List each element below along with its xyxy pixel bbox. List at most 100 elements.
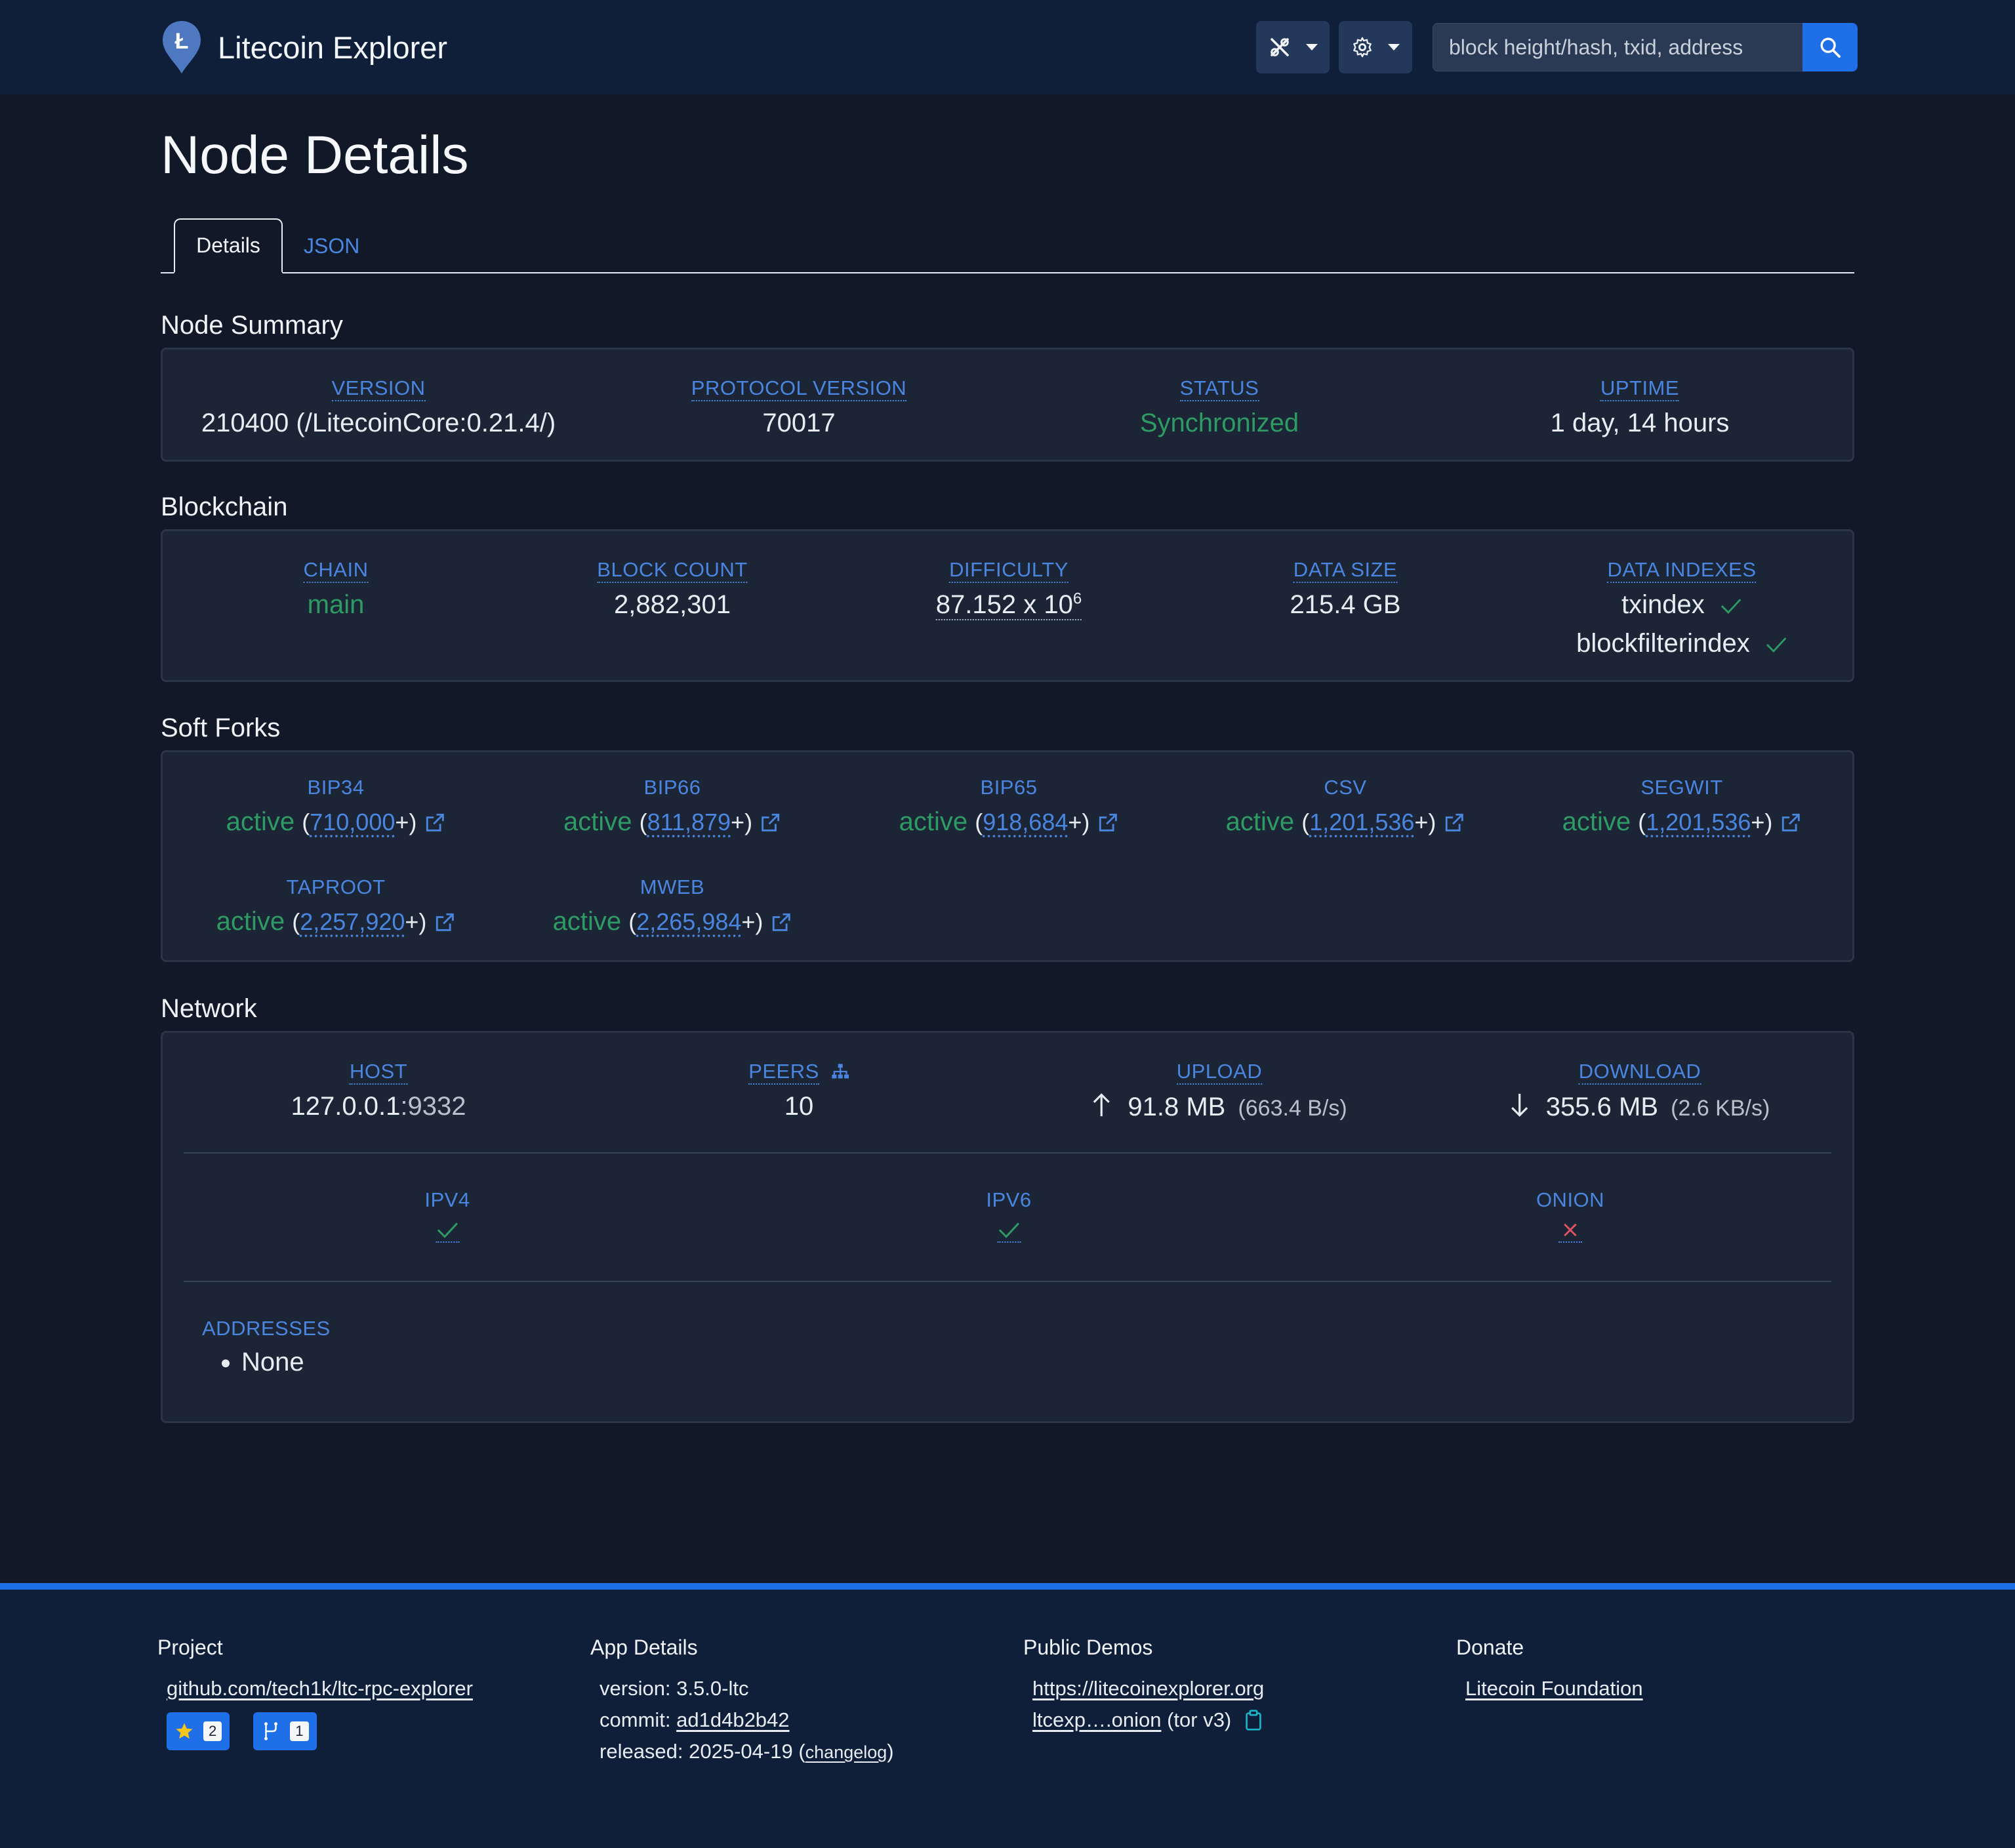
data-size-stat: DATA SIZE 215.4 GB (1290, 555, 1401, 620)
tools-dropdown-button[interactable] (1256, 21, 1330, 73)
protocol-version-value: 70017 (762, 409, 836, 437)
external-link-icon[interactable] (1442, 812, 1465, 834)
soft-fork-status: active (811,879+) (563, 807, 781, 837)
project-repo-link[interactable]: github.com/tech1k/ltc-rpc-explorer (167, 1677, 473, 1700)
demo-site-link[interactable]: https://litecoinexplorer.org (1032, 1677, 1264, 1700)
soft-fork-height-link[interactable]: 918,684 (983, 809, 1068, 835)
soft-fork-segwit: SEGWIT active (1,201,536+) (1562, 776, 1802, 837)
host-value: 127.0.0.1:9332 (291, 1092, 466, 1121)
external-link-icon[interactable] (1096, 812, 1118, 834)
search-button[interactable] (1802, 23, 1858, 71)
data-size-label[interactable]: DATA SIZE (1293, 558, 1398, 583)
version-label[interactable]: VERSION (331, 376, 426, 401)
soft-fork-bip65: BIP65 active (918,684+) (899, 776, 1119, 837)
divider (184, 1281, 1831, 1282)
donate-link[interactable]: Litecoin Foundation (1465, 1677, 1643, 1700)
soft-fork-taproot: TAPROOT active (2,257,920+) (216, 875, 456, 936)
fork-icon (264, 1722, 278, 1740)
address-item: None (241, 1348, 331, 1377)
commit-link[interactable]: ad1d4b2b42 (676, 1708, 789, 1731)
download-label[interactable]: DOWNLOAD (1578, 1060, 1701, 1085)
soft-fork-bip34: BIP34 active (710,000+) (226, 776, 446, 837)
ipv4-check-icon[interactable] (436, 1220, 459, 1243)
blockchain-title: Blockchain (161, 492, 288, 521)
soft-fork-name: BIP34 (307, 776, 365, 799)
host-label[interactable]: HOST (349, 1060, 408, 1085)
version-stat: VERSION 210400 (/LitecoinCore:0.21.4/) (201, 373, 556, 438)
block-count-value: 2,882,301 (614, 590, 731, 619)
soft-fork-height-link[interactable]: 2,265,984 (636, 908, 741, 935)
footer: Project github.com/tech1k/ltc-rpc-explor… (0, 1590, 2015, 1848)
soft-fork-height-link[interactable]: 811,879 (647, 809, 731, 835)
soft-fork-status: active (710,000+) (226, 807, 446, 837)
external-link-icon[interactable] (759, 812, 781, 834)
onion-stat: ONION (1536, 1185, 1604, 1249)
search-input[interactable]: block height/hash, txid, address (1433, 23, 1802, 71)
chain-stat: CHAIN main (303, 555, 369, 620)
clipboard-icon[interactable] (1245, 1710, 1262, 1731)
chain-label[interactable]: CHAIN (303, 558, 369, 583)
node-summary-title: Node Summary (161, 311, 343, 340)
app-released: released: 2025-04-19 (changelog) (600, 1740, 894, 1763)
onion-demo-link[interactable]: ltcexp….onion (1032, 1708, 1161, 1731)
network-card: HOST 127.0.0.1:9332 PEERS 10 UPLOAD 91.8… (161, 1031, 1854, 1423)
ipv6-label: IPV6 (986, 1188, 1032, 1211)
chevron-down-icon (1306, 44, 1318, 50)
external-link-icon[interactable] (433, 912, 455, 934)
download-value: 355.6 MB (2.6 KB/s) (1510, 1092, 1770, 1122)
tab-bar: Details JSON (161, 218, 1854, 273)
blockchain-card: CHAIN main BLOCK COUNT 2,882,301 DIFFICU… (161, 529, 1854, 682)
external-link-icon[interactable] (1779, 812, 1801, 834)
check-icon (1720, 599, 1741, 614)
version-value: 210400 (/LitecoinCore:0.21.4/) (201, 409, 556, 437)
download-stat: DOWNLOAD 355.6 MB (2.6 KB/s) (1510, 1056, 1770, 1122)
soft-forks-title: Soft Forks (161, 713, 281, 742)
brand-link[interactable]: Ł Litecoin Explorer (161, 20, 447, 75)
ipv6-check-icon[interactable] (997, 1220, 1021, 1243)
soft-fork-height-link[interactable]: 2,257,920 (300, 908, 405, 935)
data-indexes-label[interactable]: DATA INDEXES (1607, 558, 1757, 583)
github-forks-badge[interactable]: 1 (253, 1712, 317, 1750)
chevron-down-icon (1388, 44, 1400, 50)
page-title: Node Details (161, 125, 469, 185)
block-count-label[interactable]: BLOCK COUNT (597, 558, 748, 583)
upload-label[interactable]: UPLOAD (1176, 1060, 1263, 1085)
data-index-item: txindex (1576, 590, 1787, 620)
tab-json[interactable]: JSON (304, 218, 359, 273)
onion-x-icon[interactable] (1558, 1220, 1582, 1243)
peers-stat: PEERS 10 (748, 1056, 849, 1121)
ipv4-label: IPV4 (424, 1188, 470, 1211)
tab-details[interactable]: Details (174, 218, 283, 273)
upload-stat: UPLOAD 91.8 MB (663.4 B/s) (1091, 1056, 1347, 1122)
difficulty-label[interactable]: DIFFICULTY (949, 558, 1069, 583)
peers-value: 10 (784, 1092, 814, 1121)
peers-label[interactable]: PEERS (748, 1060, 819, 1085)
forks-count: 1 (290, 1721, 309, 1741)
uptime-stat: UPTIME 1 day, 14 hours (1550, 373, 1730, 438)
uptime-value: 1 day, 14 hours (1550, 409, 1730, 437)
public-demos-heading: Public Demos (1023, 1636, 1153, 1659)
soft-fork-height-link[interactable]: 1,201,536 (1646, 809, 1751, 835)
status-stat: STATUS Synchronized (1140, 373, 1299, 438)
status-label[interactable]: STATUS (1179, 376, 1259, 401)
project-heading: Project (157, 1636, 223, 1659)
changelog-link[interactable]: changelog (805, 1742, 887, 1762)
settings-dropdown-button[interactable] (1339, 21, 1412, 73)
data-size-value: 215.4 GB (1290, 590, 1401, 619)
external-link-icon[interactable] (769, 912, 792, 934)
soft-fork-height-link[interactable]: 1,201,536 (1309, 809, 1414, 835)
peers-network-icon[interactable] (831, 1063, 849, 1080)
addresses-label: ADDRESSES (202, 1317, 331, 1340)
protocol-version-label[interactable]: PROTOCOL VERSION (691, 376, 907, 401)
soft-fork-status: active (918,684+) (899, 807, 1119, 837)
soft-fork-status: active (2,265,984+) (553, 907, 792, 936)
uptime-label[interactable]: UPTIME (1600, 376, 1680, 401)
footer-donate: Donate Litecoin Foundation (1456, 1636, 1643, 1704)
github-stars-badge[interactable]: 2 (167, 1712, 230, 1750)
external-link-icon[interactable] (423, 812, 445, 834)
soft-fork-height-link[interactable]: 710,000 (310, 809, 395, 835)
status-value: Synchronized (1139, 409, 1299, 437)
app-version: version: 3.5.0-ltc (600, 1677, 749, 1700)
difficulty-value[interactable]: 87.152 x 106 (935, 590, 1082, 621)
footer-project: Project github.com/tech1k/ltc-rpc-explor… (157, 1636, 473, 1750)
